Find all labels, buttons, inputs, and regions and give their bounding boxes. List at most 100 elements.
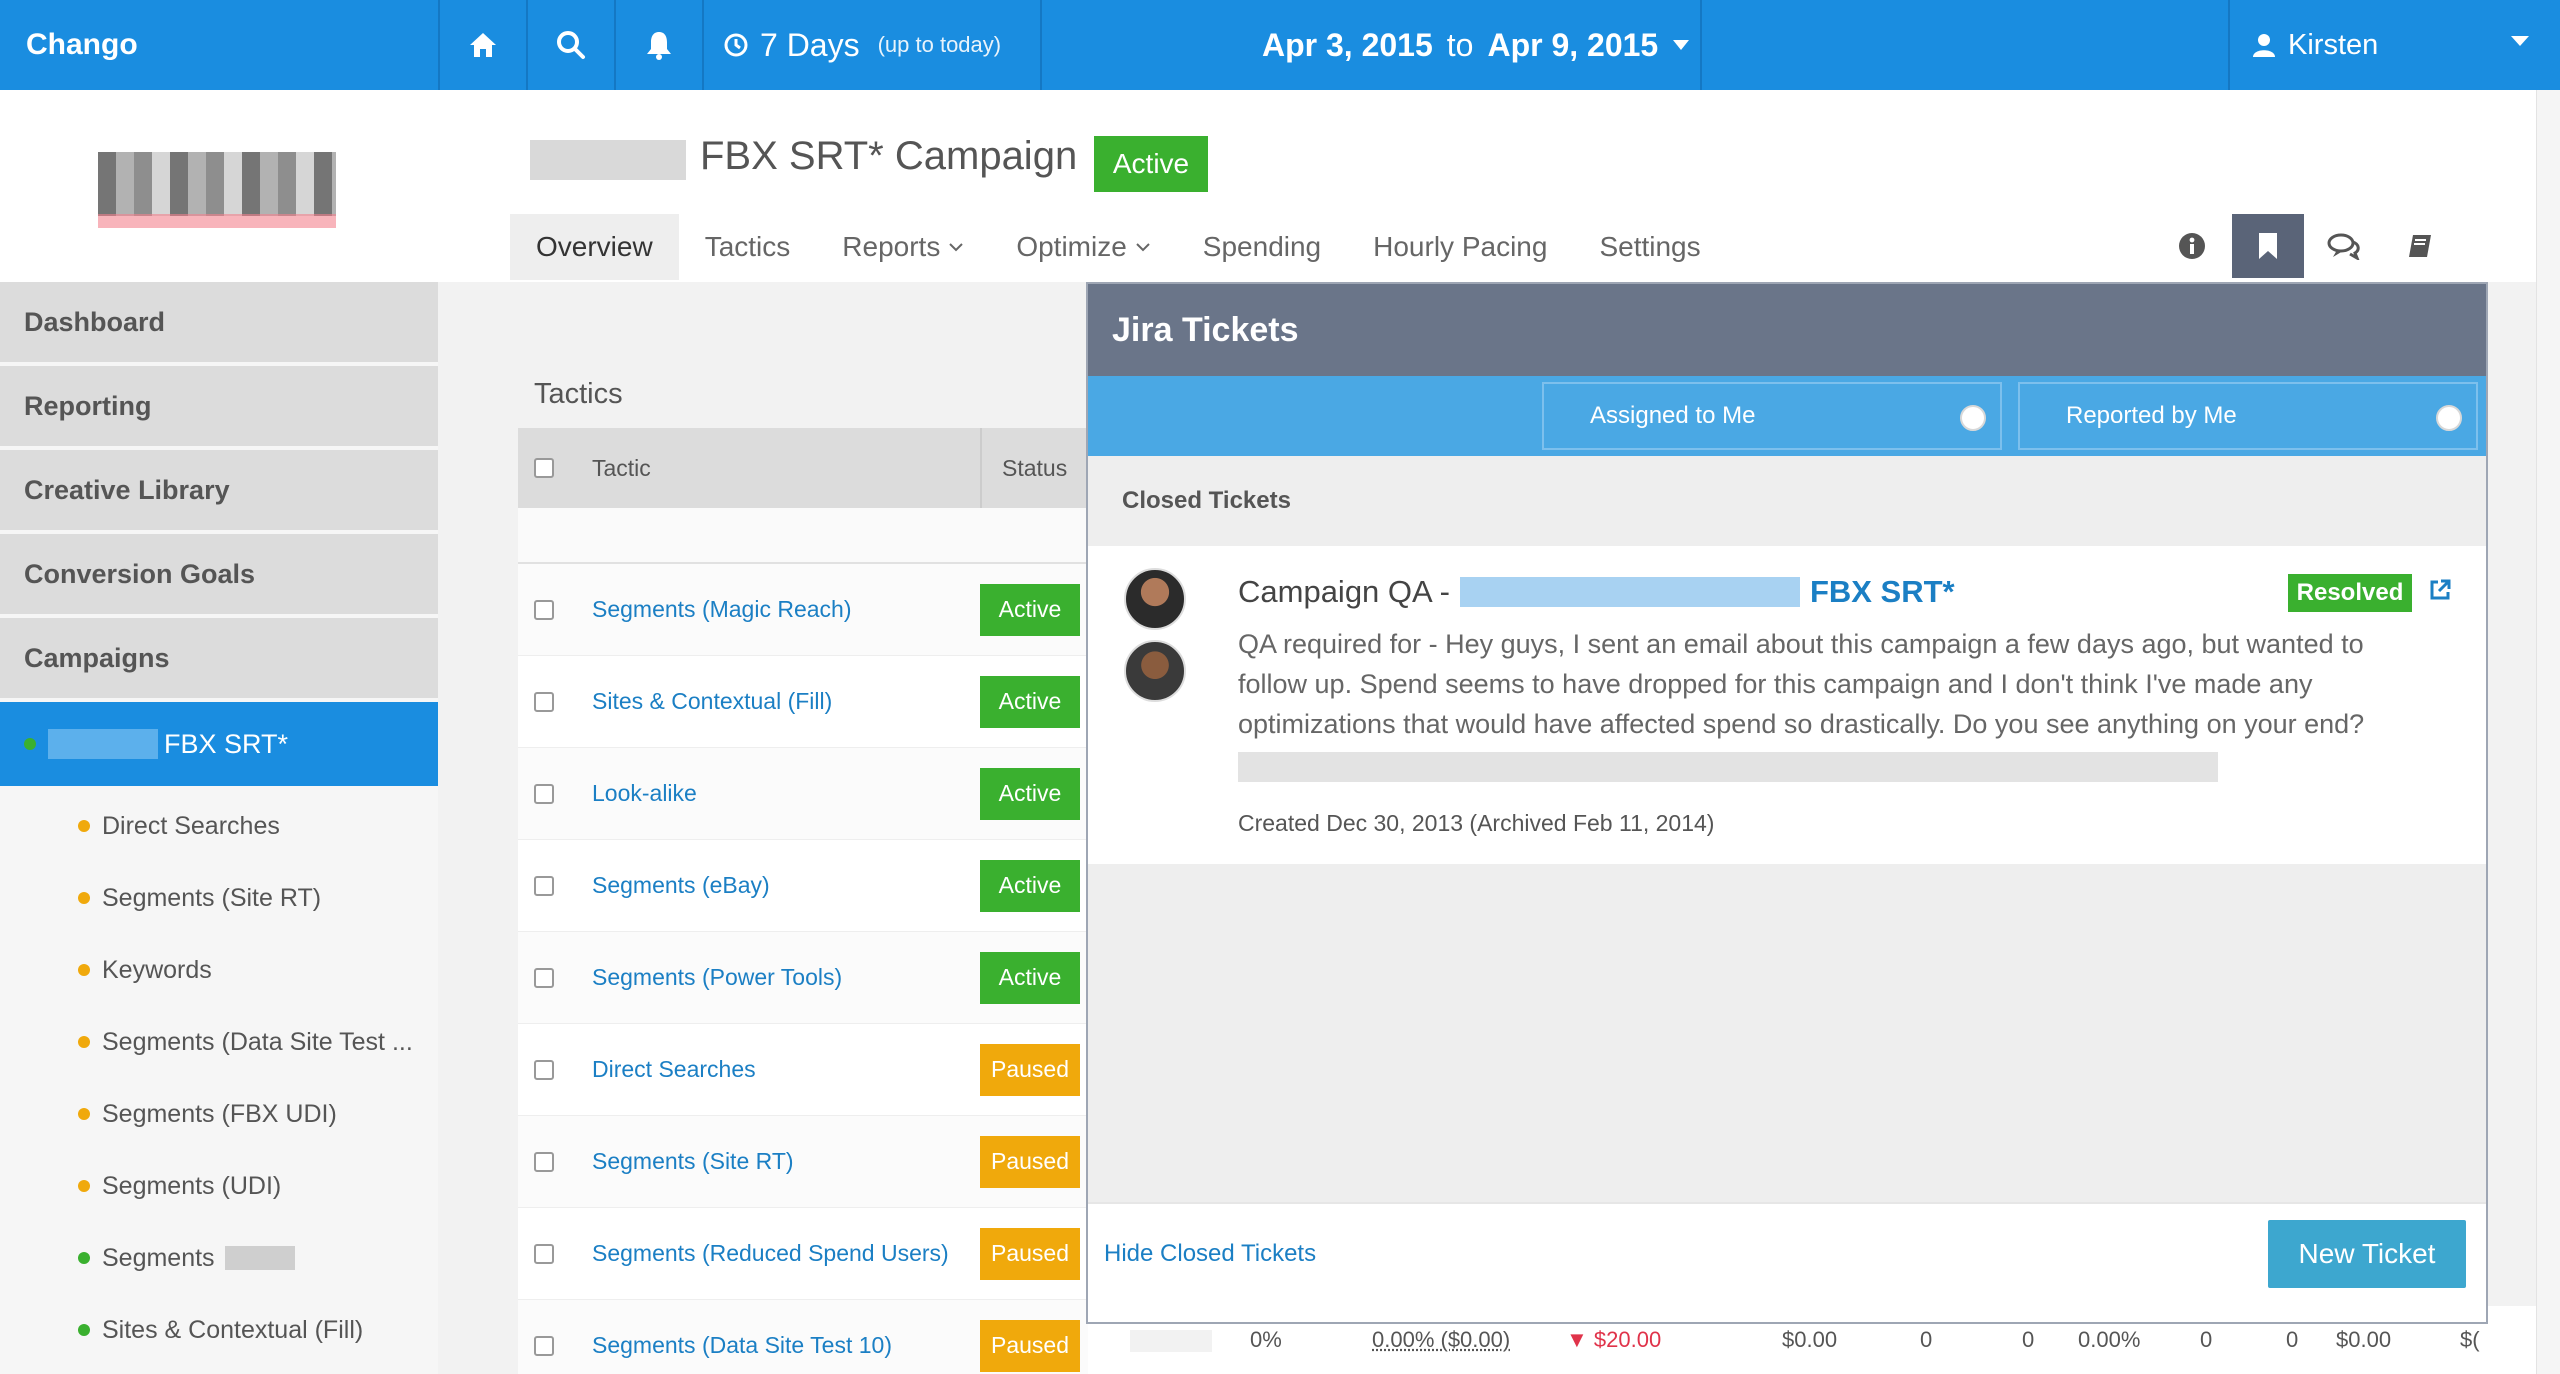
table-row: Segments (Reduced Spend Users) Paused — [518, 1208, 1088, 1300]
sidebar-item-campaigns[interactable]: Campaigns — [0, 618, 438, 698]
row-checkbox[interactable] — [534, 784, 554, 804]
sidebar-item-label: Reporting — [24, 391, 152, 422]
ticket-filters: Assigned to Me Reported by Me — [1088, 376, 2486, 456]
bookmark-icon[interactable] — [2232, 214, 2304, 278]
tactic-link[interactable]: Segments (Power Tools) — [592, 964, 980, 991]
book-icon[interactable] — [2384, 214, 2456, 278]
sidebar-item-current-campaign[interactable]: FBX SRT* — [0, 702, 438, 786]
status-badge[interactable]: Paused — [980, 1320, 1080, 1372]
ticket-campaign-link[interactable]: FBX SRT* — [1810, 574, 1955, 610]
radio-button[interactable] — [2436, 405, 2462, 431]
status-badge[interactable]: Active — [980, 676, 1080, 728]
date-range-preset[interactable]: 7 Days (up to today) — [724, 0, 1001, 90]
ticket-title[interactable]: Campaign QA - FBX SRT* — [1238, 574, 1955, 610]
home-icon[interactable] — [440, 0, 526, 90]
user-menu[interactable]: Kirsten — [2252, 0, 2378, 90]
filter-assigned-to-me[interactable]: Assigned to Me — [1542, 382, 2002, 450]
tactic-link[interactable]: Segments (Data Site Test 10) — [592, 1332, 980, 1359]
metric-cell: 0% — [1250, 1327, 1282, 1353]
status-badge[interactable]: Paused — [980, 1044, 1080, 1096]
bell-icon[interactable] — [616, 0, 702, 90]
metric-cell: ▼ $20.00 — [1566, 1327, 1661, 1353]
caret-down-icon[interactable] — [2510, 34, 2530, 48]
status-badge[interactable]: Active — [980, 860, 1080, 912]
column-header-status[interactable]: Status — [980, 428, 1080, 508]
row-checkbox[interactable] — [534, 1152, 554, 1172]
row-checkbox[interactable] — [534, 1244, 554, 1264]
tab-optimize[interactable]: Optimize — [990, 214, 1176, 280]
info-icon[interactable] — [2156, 214, 2228, 278]
sidebar-item-conversion-goals[interactable]: Conversion Goals — [0, 534, 438, 614]
ticket-card[interactable]: Campaign QA - FBX SRT* Resolved QA requi… — [1088, 546, 2486, 864]
search-icon[interactable] — [528, 0, 614, 90]
sidebar-subitem-label: Segments (UDI) — [102, 1172, 281, 1201]
tab-tactics[interactable]: Tactics — [679, 214, 817, 280]
sidebar-subitem[interactable]: Segments — [0, 1222, 438, 1294]
tab-hourly-pacing[interactable]: Hourly Pacing — [1347, 214, 1573, 280]
radio-button[interactable] — [1960, 405, 1986, 431]
tactic-link[interactable]: Segments (eBay) — [592, 872, 980, 899]
table-row: Segments (eBay) Active — [518, 840, 1088, 932]
sidebar-item-creative-library[interactable]: Creative Library — [0, 450, 438, 530]
sidebar-subitem[interactable]: Direct Searches — [0, 790, 438, 862]
tactic-link[interactable]: Look-alike — [592, 780, 980, 807]
column-header-tactic[interactable]: Tactic — [592, 455, 980, 482]
row-checkbox[interactable] — [534, 968, 554, 988]
row-checkbox[interactable] — [534, 876, 554, 896]
status-dot — [24, 738, 36, 750]
tab-spending[interactable]: Spending — [1177, 214, 1347, 280]
select-all-checkbox[interactable] — [534, 458, 554, 478]
scrollbar[interactable] — [2536, 90, 2560, 1374]
tactic-link[interactable]: Sites & Contextual (Fill) — [592, 688, 980, 715]
sidebar-item-label: Creative Library — [24, 475, 230, 506]
date-to-word: to — [1447, 27, 1474, 64]
sidebar: Dashboard Reporting Creative Library Con… — [0, 282, 438, 1374]
row-checkbox[interactable] — [534, 1336, 554, 1356]
ticket-description: QA required for - Hey guys, I sent an em… — [1238, 624, 2438, 744]
sidebar-subitem[interactable]: Segments (Site RT) — [0, 862, 438, 934]
status-badge[interactable]: Active — [980, 584, 1080, 636]
sidebar-item-reporting[interactable]: Reporting — [0, 366, 438, 446]
tab-reports[interactable]: Reports — [816, 214, 990, 280]
status-badge[interactable]: Paused — [980, 1228, 1080, 1280]
tab-settings[interactable]: Settings — [1573, 214, 1726, 280]
sidebar-subitem[interactable]: Sites & Contextual (Fill) — [0, 1294, 438, 1366]
tactic-link[interactable]: Segments (Reduced Spend Users) — [592, 1240, 980, 1267]
sidebar-subitem[interactable]: Keywords — [0, 934, 438, 1006]
status-dot — [78, 1252, 90, 1264]
new-ticket-button[interactable]: New Ticket — [2268, 1220, 2466, 1288]
divider — [1040, 0, 1042, 90]
sidebar-subitem[interactable]: Segments (Data Site Test ... — [0, 1006, 438, 1078]
sidebar-item-dashboard[interactable]: Dashboard — [0, 282, 438, 362]
status-dot — [78, 1180, 90, 1192]
divider — [2228, 0, 2230, 90]
hide-closed-tickets-link[interactable]: Hide Closed Tickets — [1104, 1240, 1316, 1268]
row-checkbox[interactable] — [534, 600, 554, 620]
metric-cell: 0.00% ($0.00) — [1372, 1327, 1510, 1353]
tactic-link[interactable]: Segments (Magic Reach) — [592, 596, 980, 623]
external-link-icon[interactable] — [2428, 578, 2452, 602]
sidebar-subitem[interactable]: Segments (FBX UDI) — [0, 1078, 438, 1150]
filter-reported-by-me[interactable]: Reported by Me — [2018, 382, 2478, 450]
clock-icon — [724, 33, 748, 57]
status-badge[interactable]: Active — [980, 768, 1080, 820]
status-badge[interactable]: Active — [980, 952, 1080, 1004]
top-navigation-bar: Chango 7 Days (up to today) Apr 3, 2015 … — [0, 0, 2560, 90]
brand-logo[interactable]: Chango — [26, 0, 138, 90]
tab-overview[interactable]: Overview — [510, 214, 679, 280]
sidebar-subitem[interactable]: Segments (UDI) — [0, 1150, 438, 1222]
tactic-link[interactable]: Segments (Site RT) — [592, 1148, 980, 1175]
status-dot — [78, 1108, 90, 1120]
avatar — [1124, 568, 1186, 630]
filter-row[interactable] — [518, 508, 1088, 564]
tactic-link[interactable]: Direct Searches — [592, 1056, 980, 1083]
sidebar-item-label: Conversion Goals — [24, 559, 255, 590]
date-range-picker[interactable]: Apr 3, 2015 to Apr 9, 2015 — [1262, 0, 1690, 90]
metric-cell: 0 — [1920, 1327, 1932, 1353]
status-badge[interactable]: Paused — [980, 1136, 1080, 1188]
sidebar-subitem-label: Segments (Data Site Test ... — [102, 1028, 413, 1057]
row-checkbox[interactable] — [534, 1060, 554, 1080]
comments-icon[interactable] — [2308, 214, 2380, 278]
status-badge: Resolved — [2288, 574, 2412, 612]
row-checkbox[interactable] — [534, 692, 554, 712]
